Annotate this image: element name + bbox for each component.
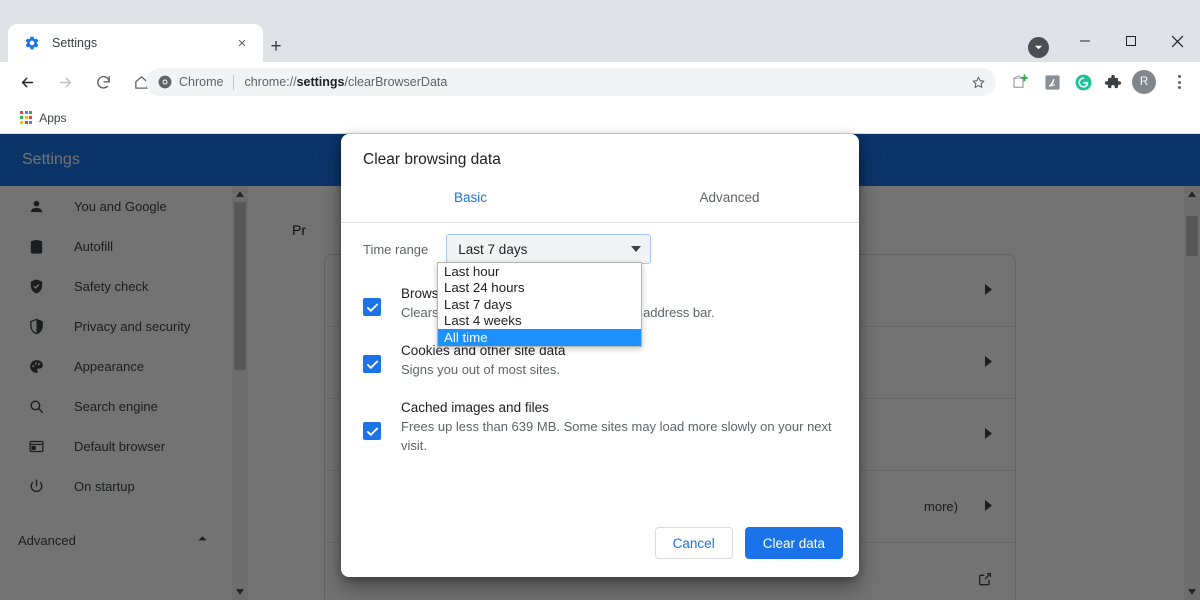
close-button[interactable] (1154, 20, 1200, 62)
url-bold-segment: settings (297, 75, 345, 89)
omnibox-url: chrome://settings/clearBrowserData (244, 75, 447, 89)
time-range-dropdown[interactable]: Last hour Last 24 hours Last 7 days Last… (437, 262, 642, 347)
dropdown-option[interactable]: Last 7 days (438, 296, 641, 313)
chevron-down-icon (631, 246, 641, 252)
url-suffix: /clearBrowserData (345, 75, 448, 89)
dialog-actions: Cancel Clear data (655, 527, 843, 559)
time-range-select[interactable]: Last 7 days (446, 234, 651, 264)
tab-title: Settings (52, 36, 231, 50)
minimize-button[interactable] (1062, 20, 1108, 62)
back-button[interactable] (12, 67, 42, 97)
dialog-tabs: Basic Advanced (341, 184, 859, 223)
chrome-chip-label: Chrome (179, 75, 223, 89)
bookmark-apps[interactable]: Apps (14, 108, 73, 128)
tab-advanced[interactable]: Advanced (600, 184, 859, 222)
time-range-value: Last 7 days (458, 242, 631, 257)
browsing-history-checkbox[interactable] (363, 298, 381, 316)
bookmarks-bar: Apps (0, 102, 1200, 134)
window-controls (1062, 20, 1200, 62)
tab-basic[interactable]: Basic (341, 184, 600, 222)
extensions-puzzle-icon[interactable] (1101, 70, 1125, 94)
cookies-checkbox[interactable] (363, 355, 381, 373)
adobe-acrobat-icon[interactable] (1040, 70, 1064, 94)
cached-images-checkbox[interactable] (363, 422, 381, 440)
chrome-menu-button[interactable] (1166, 68, 1192, 96)
clear-data-button[interactable]: Clear data (745, 527, 843, 559)
dropdown-option-selected[interactable]: All time (438, 329, 641, 346)
checkbox-texts: Cached images and files Frees up less th… (401, 398, 837, 455)
tab-close-icon[interactable]: × (231, 32, 253, 54)
apps-grid-icon (20, 111, 32, 123)
omnibox-divider (233, 75, 234, 90)
bookmark-star-icon[interactable] (966, 70, 990, 94)
time-range-row: Time range Last 7 days (363, 234, 651, 264)
profile-avatar[interactable]: R (1132, 70, 1156, 94)
dropdown-option[interactable]: Last 4 weeks (438, 313, 641, 330)
checkbox-title: Cached images and files (401, 398, 837, 417)
reload-button[interactable] (88, 67, 118, 97)
grammarly-icon[interactable] (1071, 70, 1095, 94)
time-range-label: Time range (363, 242, 428, 257)
gear-icon (24, 35, 40, 51)
browser-tab-settings[interactable]: Settings × (8, 24, 263, 62)
checkbox-description: Signs you out of most sites. (401, 360, 565, 379)
browser-window: Settings × + (0, 0, 1200, 600)
note-extension-icon[interactable] (1008, 70, 1032, 94)
chrome-chip: Chrome (158, 75, 223, 89)
dropdown-option[interactable]: Last hour (438, 263, 641, 280)
address-bar[interactable]: Chrome chrome://settings/clearBrowserDat… (146, 68, 996, 96)
dropdown-option[interactable]: Last 24 hours (438, 280, 641, 297)
title-bar: Settings × + (0, 0, 1200, 62)
bookmark-label: Apps (39, 111, 66, 125)
cancel-button[interactable]: Cancel (655, 527, 733, 559)
url-prefix: chrome:// (244, 75, 296, 89)
checkbox-description: Frees up less than 639 MB. Some sites ma… (401, 417, 837, 455)
download-indicator-icon[interactable] (1028, 37, 1049, 58)
dialog-title: Clear browsing data (363, 151, 501, 169)
checkbox-row-cached-images[interactable]: Cached images and files Frees up less th… (363, 398, 837, 455)
forward-button[interactable] (50, 67, 80, 97)
new-tab-button[interactable]: + (262, 33, 290, 61)
maximize-button[interactable] (1108, 20, 1154, 62)
clear-browsing-data-dialog: Clear browsing data Basic Advanced Time … (341, 134, 859, 577)
chrome-logo-icon (158, 75, 172, 89)
